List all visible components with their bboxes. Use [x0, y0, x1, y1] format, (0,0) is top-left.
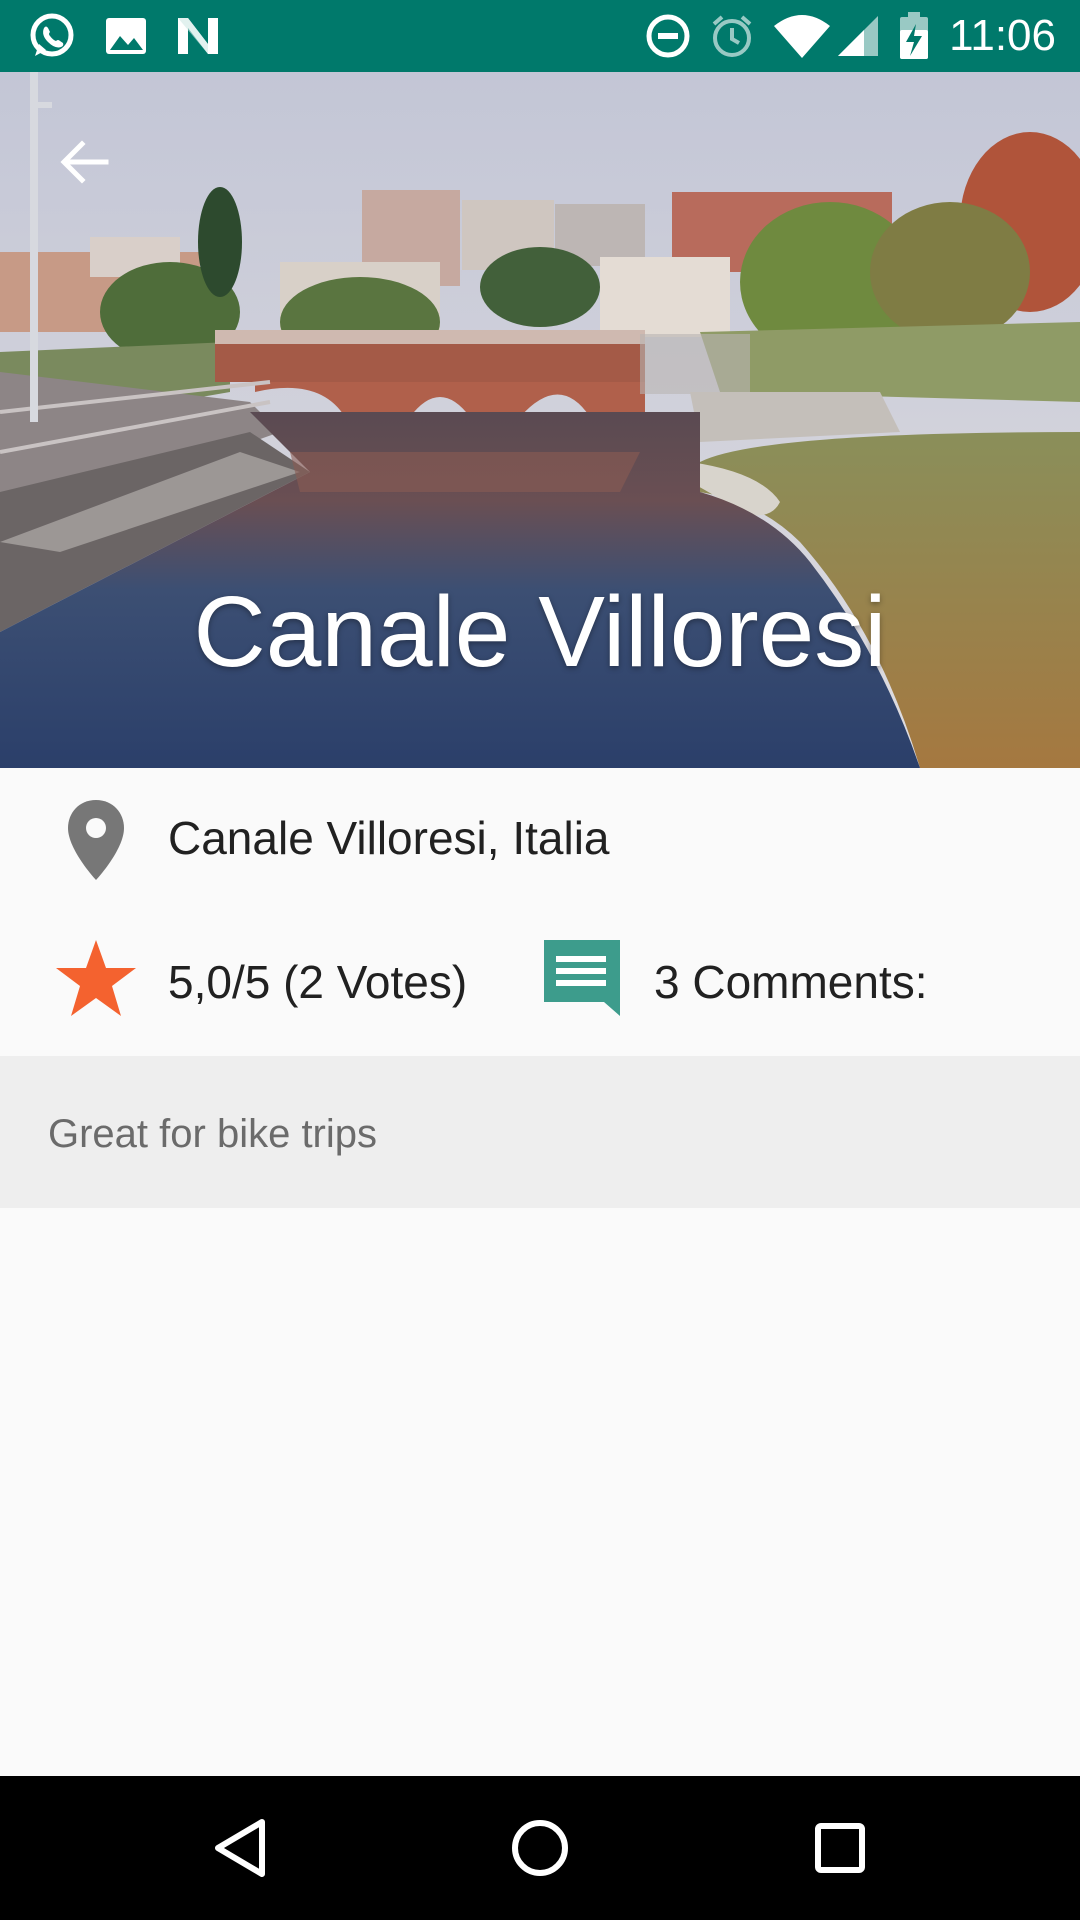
description-text: Great for bike trips — [48, 1112, 378, 1156]
n-icon — [172, 10, 224, 62]
location-pin-icon — [54, 798, 138, 882]
status-bar: 11:06 — [0, 0, 1080, 72]
place-details: Canale Villoresi, Italia 5,0/5 (2 Votes)… — [0, 768, 1080, 1056]
stats-row: 5,0/5 (2 Votes) 3 Comments: — [0, 908, 1080, 1048]
clock: 11:06 — [949, 11, 1056, 60]
location-text: Canale Villoresi, Italia — [168, 812, 610, 864]
alarm-icon — [706, 10, 758, 62]
whatsapp-icon — [26, 10, 78, 62]
rating-text: 5,0/5 (2 Votes) — [168, 956, 468, 1008]
do-not-disturb-icon — [642, 10, 694, 62]
location-row: Canale Villoresi, Italia — [0, 768, 1080, 908]
arrow-back-icon — [60, 140, 109, 184]
navigation-bar — [0, 1776, 1080, 1920]
wifi-icon — [772, 10, 832, 62]
place-title: Canale Villoresi — [193, 576, 887, 688]
home-nav-icon[interactable] — [500, 1812, 580, 1884]
comments-text[interactable]: 3 Comments: — [654, 954, 928, 1010]
back-button[interactable] — [44, 122, 124, 202]
recents-nav-icon[interactable] — [800, 1812, 880, 1884]
hero-image: Canale Villoresi — [0, 72, 1080, 768]
battery-charging-icon — [896, 10, 932, 62]
comment-icon[interactable] — [540, 936, 624, 1020]
image-icon — [100, 10, 152, 62]
description-card: Great for bike trips — [0, 1056, 1080, 1208]
signal-icon — [834, 10, 886, 62]
back-nav-icon[interactable] — [200, 1812, 280, 1884]
star-icon — [54, 936, 138, 1020]
